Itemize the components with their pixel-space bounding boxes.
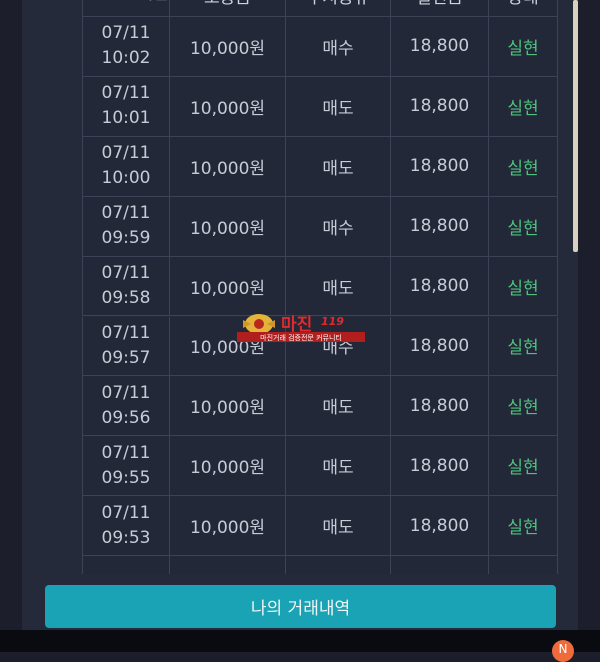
cell-time-text: 09:55 xyxy=(101,467,151,488)
cell-time: 07/11 09:55 xyxy=(82,436,170,497)
header-status: 상태 xyxy=(489,0,558,17)
cell-date-text: 07/11 xyxy=(101,442,151,463)
cell-status: 실현 xyxy=(489,17,558,77)
cell-type: 매도 xyxy=(286,376,391,437)
table-row: 07/11 10:01 10,000원 매도 18,800 실현 xyxy=(82,76,558,137)
cell-status: 실현 xyxy=(489,76,558,137)
cell-time: 07/11 09:58 xyxy=(82,256,170,317)
cell-status: 실현 xyxy=(489,256,558,317)
cell-price: 18,800 xyxy=(391,76,489,137)
table-row: 07/11 09:55 10,000원 매도 18,800 실현 xyxy=(82,436,558,497)
cell-type: 매도 xyxy=(286,136,391,197)
cell-date-text: 07/11 xyxy=(101,502,151,523)
cell-deposit: 10,000원 xyxy=(170,256,286,317)
cell-deposit: 10,000원 xyxy=(170,136,286,197)
cell-time-text: 09:58 xyxy=(101,288,151,309)
cell-time: 07/11 xyxy=(82,556,170,574)
cell-time-text: 10:02 xyxy=(101,48,151,69)
watermark-tagline: 마진거래 검증전문 커뮤니티 xyxy=(260,333,342,342)
cell-deposit xyxy=(170,556,286,574)
cell-type: 매수 xyxy=(286,196,391,257)
cell-type: 매도 xyxy=(286,76,391,137)
cell-type: 매도 xyxy=(286,256,391,317)
cell-status: 실현 xyxy=(489,196,558,257)
cell-status: 실현 xyxy=(489,316,558,377)
cell-price: 18,800 xyxy=(391,256,489,317)
cell-deposit: 10,000원 xyxy=(170,376,286,437)
cell-status: 실현 xyxy=(489,436,558,497)
cell-type: 매도 xyxy=(286,436,391,497)
notification-badge[interactable]: N xyxy=(552,640,574,662)
site-watermark-logo: 마진 119 마진거래 검증전문 커뮤니티 xyxy=(237,314,365,342)
cell-date-text: 07/11 xyxy=(101,382,151,403)
cell-date-text: 07/11 xyxy=(101,203,151,224)
cell-price: 18,800 xyxy=(391,496,489,557)
table-row: 07/11 09:53 10,000원 매도 18,800 실현 xyxy=(82,496,558,557)
cell-status: 실현 xyxy=(489,376,558,437)
table-row: 07/11 09:58 10,000원 매도 18,800 실현 xyxy=(82,256,558,317)
cell-type: 매도 xyxy=(286,496,391,557)
cell-date-text: 07/11 xyxy=(101,23,151,44)
cell-time-text: 09:56 xyxy=(101,407,151,428)
cell-type xyxy=(286,556,391,574)
cell-price: 18,800 xyxy=(391,436,489,497)
cell-time-text: 10:01 xyxy=(101,108,151,129)
cell-status: 실현 xyxy=(489,496,558,557)
table-row: 07/11 09:56 10,000원 매도 18,800 실현 xyxy=(82,376,558,437)
cell-time: 07/11 10:00 xyxy=(82,136,170,197)
cell-time: 07/11 09:59 xyxy=(82,196,170,257)
cell-time-text: 09:53 xyxy=(101,527,151,548)
cell-date-text: 07/11 xyxy=(101,322,151,343)
cell-time: 07/11 10:01 xyxy=(82,76,170,137)
cell-time: 07/11 09:53 xyxy=(82,496,170,557)
cell-date-text: 07/11 xyxy=(102,573,151,574)
cell-time-text: 09:57 xyxy=(101,347,151,368)
table-row: 07/11 xyxy=(82,556,558,574)
cell-price: 18,800 xyxy=(391,316,489,377)
table-row: 07/11 10:02 10,000원 매수 18,800 실현 xyxy=(82,17,558,77)
cell-time: 07/11 09:57 xyxy=(82,316,170,377)
header-price: 실현금 xyxy=(391,0,489,17)
cell-status xyxy=(489,556,558,574)
cell-date-text: 07/11 xyxy=(101,263,151,284)
cell-deposit: 10,000원 xyxy=(170,496,286,557)
header-deposit: 보증금 xyxy=(170,0,286,17)
table-header: 시간 보증금 주지종류 실현금 상태 xyxy=(82,0,558,17)
my-trade-history-button[interactable]: 나의 거래내역 xyxy=(45,585,556,628)
cell-price: 18,800 xyxy=(391,136,489,197)
cell-price: 18,800 xyxy=(391,376,489,437)
trade-table: 시간 보증금 주지종류 실현금 상태 07/1110:0210,000원매수18… xyxy=(82,0,558,574)
cell-price: 18,800 xyxy=(391,196,489,257)
table-row: 07/11 10:00 10,000원 매도 18,800 실현 xyxy=(82,136,558,197)
cell-deposit: 10,000원 xyxy=(170,76,286,137)
cell-time-text: 10:00 xyxy=(101,168,151,189)
cell-date-text: 07/11 xyxy=(101,83,151,104)
cell-time: 07/11 10:02 xyxy=(82,17,170,77)
scrollbar-thumb[interactable] xyxy=(573,0,578,252)
cell-price: 18,800 xyxy=(391,17,489,77)
header-time: 시간 xyxy=(82,0,170,17)
cell-type: 매수 xyxy=(286,17,391,77)
cell-deposit: 10,000원 xyxy=(170,196,286,257)
cell-status: 실현 xyxy=(489,136,558,197)
cell-deposit: 10,000원 xyxy=(170,17,286,77)
cell-time-text: 09:59 xyxy=(101,228,151,249)
cell-deposit: 10,000원 xyxy=(170,436,286,497)
cell-price xyxy=(391,556,489,574)
cell-time: 07/11 09:56 xyxy=(82,376,170,437)
cell-date-text: 07/11 xyxy=(101,143,151,164)
table-row: 07/11 09:59 10,000원 매수 18,800 실현 xyxy=(82,196,558,257)
header-type: 주지종류 xyxy=(286,0,391,17)
watermark-suffix: 119 xyxy=(321,315,344,328)
bottom-bar xyxy=(0,630,600,652)
